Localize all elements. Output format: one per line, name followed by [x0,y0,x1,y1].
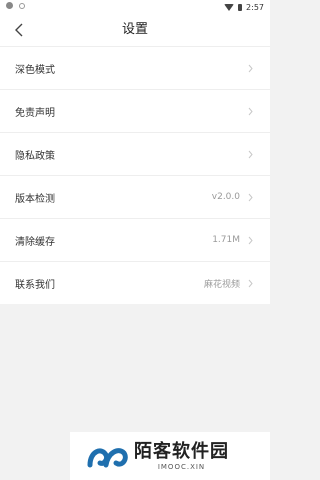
settings-list: 深色模式 免责声明 隐私政策 版本检测 v2.0.0 清除缓存 1.71M 联系… [0,46,270,304]
settings-item-disclaimer[interactable]: 免责声明 [0,89,270,132]
page-title: 设置 [121,22,148,37]
battery-icon [238,3,243,11]
watermark-text: 陌客软件园 IMOOC.XIN [134,441,229,471]
settings-item-label: 清除缓存 [15,236,55,248]
settings-item-value: 1.71M [212,235,240,245]
chevron-right-icon [246,149,254,159]
chevron-right-icon [246,63,254,73]
settings-item-privacy[interactable]: 隐私政策 [0,132,270,175]
settings-item-value: 麻花视频 [203,279,240,290]
watermark-domain: IMOOC.XIN [157,463,206,471]
status-left [6,2,25,9]
settings-item-cache[interactable]: 清除缓存 1.71M [0,218,270,261]
notification-icon [6,2,13,9]
settings-item-dark-mode[interactable]: 深色模式 [0,46,270,89]
status-time: 2:57 [246,2,264,12]
status-bar: 2:57 [0,0,270,14]
watermark: 陌客软件园 IMOOC.XIN [70,432,270,480]
settings-item-value: v2.0.0 [211,192,240,202]
status-right: 2:57 [224,0,264,14]
settings-item-contact[interactable]: 联系我们 麻花视频 [0,261,270,304]
system-icon [19,2,25,9]
back-button[interactable] [8,18,30,42]
watermark-brand: 陌客软件园 [134,441,229,462]
brand-logo-icon [87,448,128,468]
settings-item-version[interactable]: 版本检测 v2.0.0 [0,175,270,218]
chevron-left-icon [15,23,23,37]
chevron-right-icon [246,235,254,245]
chevron-right-icon [246,278,254,288]
wifi-icon [224,3,235,11]
chevron-right-icon [246,106,254,116]
settings-item-label: 隐私政策 [15,150,55,162]
settings-item-label: 版本检测 [15,193,55,205]
settings-item-label: 免责声明 [15,107,55,119]
chevron-right-icon [246,192,254,202]
settings-item-label: 深色模式 [15,64,55,76]
settings-item-label: 联系我们 [15,279,55,291]
nav-bar: 设置 [0,14,270,46]
